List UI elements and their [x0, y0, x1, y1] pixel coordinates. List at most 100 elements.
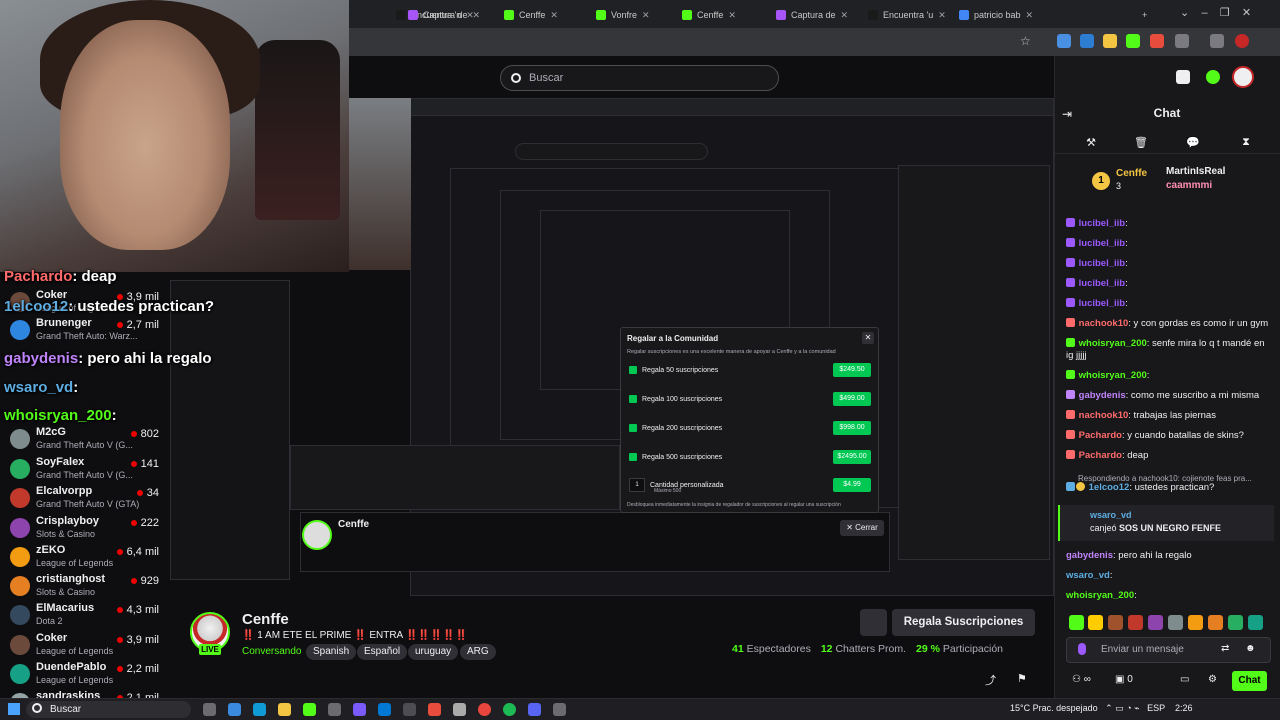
tab-close-icon[interactable]: ✕ [642, 10, 650, 21]
sidebar-channel[interactable]: Elcalvorpp Grand Theft Auto V (GTA) 34 [0, 484, 165, 512]
emote-icon[interactable] [1208, 615, 1223, 630]
browser-tab[interactable]: Vonfre ✕ [590, 4, 656, 26]
tab-close-icon[interactable]: ✕ [550, 10, 558, 21]
app-icon[interactable] [228, 703, 241, 716]
chat-username[interactable]: gabydenis [1066, 550, 1113, 561]
stream-tag[interactable]: Spanish [306, 644, 357, 660]
browser-tab[interactable]: Captura de ✕ [770, 4, 854, 26]
new-tab-button[interactable]: + [1136, 4, 1153, 26]
sidebar-channel[interactable]: M2cG Grand Theft Auto V (G... 802 [0, 425, 165, 453]
gift-option[interactable]: Regala 500 suscripciones $2495.00 [629, 448, 871, 466]
gift-price-button[interactable]: $499.00 [833, 392, 871, 406]
menu-icon[interactable] [1210, 34, 1224, 48]
spotify-icon[interactable] [503, 703, 516, 716]
chat-username[interactable]: nachook10 [1079, 318, 1129, 329]
taskbar-search[interactable]: Buscar [26, 701, 191, 718]
emoji-icon[interactable]: ☻ [1245, 643, 1256, 654]
emote-icon[interactable] [1188, 615, 1203, 630]
weather-temp[interactable]: 15°C [1010, 703, 1030, 713]
extension-icon[interactable] [1080, 34, 1094, 48]
chat-username[interactable]: Pachardo [1079, 430, 1122, 441]
clock[interactable]: 2:26 [1175, 703, 1193, 713]
browser-tab[interactable]: Cenffe ✕ [676, 4, 742, 26]
gift-option[interactable]: Regala 200 suscripciones $998.00 [629, 419, 871, 437]
sidebar-channel[interactable]: cristianghost Slots & Casino 929 [0, 572, 165, 600]
chat-username[interactable]: lucibel_iib [1079, 218, 1125, 229]
emote-icon[interactable] [1108, 615, 1123, 630]
gift-price-button[interactable]: $2495.00 [833, 450, 871, 464]
pinned-user[interactable]: caammmi [1166, 180, 1212, 191]
translate-icon[interactable]: ⇄ [1221, 643, 1229, 654]
gift-subscriptions-button[interactable]: Regala Suscripciones [892, 609, 1035, 636]
sidebar-channel[interactable]: SoyFalex Grand Theft Auto V (G... 141 [0, 455, 165, 483]
mic-icon[interactable] [1078, 643, 1086, 655]
app-icon[interactable] [428, 703, 441, 716]
stream-tag[interactable]: Español [357, 644, 408, 660]
modal-close-button[interactable]: ✕ [862, 332, 874, 344]
sidebar-channel[interactable]: Coker League of Legends 3,9 mil [0, 631, 165, 659]
people-icon[interactable]: ⚇ ∞ [1072, 674, 1091, 685]
sidebar-channel[interactable]: Brunenger Grand Theft Auto: Warz... 2,7 mi… [0, 316, 165, 344]
pin-icon[interactable]: ⚒ [1084, 136, 1098, 149]
windows-start-icon[interactable] [8, 703, 20, 715]
bookmark-star-icon[interactable]: ☆ [1020, 34, 1031, 48]
profile-avatar-icon[interactable] [1235, 34, 1249, 48]
chat-username[interactable]: lucibel_iib [1079, 278, 1125, 289]
gift-price-button[interactable]: $998.00 [833, 421, 871, 435]
gift-option[interactable]: Regala 50 suscripciones $249.50 [629, 361, 871, 379]
share-icon[interactable]: ⤴ [985, 672, 996, 688]
emote-icon[interactable] [1228, 615, 1243, 630]
search-bar[interactable]: Buscar [500, 65, 779, 91]
sidebar-channel[interactable]: ElMacarius Dota 2 4,3 mil [0, 601, 165, 629]
stream-tag[interactable]: uruguay [408, 644, 459, 660]
app-icon[interactable] [453, 703, 466, 716]
chrome-icon[interactable] [478, 703, 491, 716]
tab-close-icon[interactable]: ✕ [841, 10, 849, 21]
gift-option[interactable]: Regala 100 suscripciones $499.00 [629, 390, 871, 408]
settings-gear-icon[interactable]: ⚙ [1208, 674, 1217, 685]
chat-username[interactable]: Pachardo [1079, 450, 1122, 461]
chat-username[interactable]: wsaro_vd [1066, 570, 1110, 581]
edge-icon[interactable] [253, 703, 266, 716]
user-avatar-icon[interactable] [1232, 66, 1254, 88]
hourglass-icon[interactable]: ⧗ [1239, 136, 1253, 148]
user-icon[interactable]: ⚑ [1017, 672, 1027, 685]
explorer-icon[interactable] [278, 703, 291, 716]
tab-close-icon[interactable]: ✕ [1026, 10, 1034, 21]
chat-username[interactable]: gabydenis [1079, 390, 1126, 401]
trash-icon[interactable]: 🗑 [1134, 136, 1148, 149]
extensions-puzzle-icon[interactable] [1175, 34, 1189, 48]
extension-icon[interactable] [1150, 34, 1164, 48]
chat-username[interactable]: whoisryan_200 [1066, 590, 1134, 601]
emote-icon[interactable] [1248, 615, 1263, 630]
kick-icon[interactable] [1206, 70, 1220, 84]
chat-username[interactable]: lucibel_iib [1079, 238, 1125, 249]
emote-icon[interactable] [1148, 615, 1163, 630]
chat-username[interactable]: nachook10 [1079, 410, 1129, 421]
emote-icon[interactable] [1088, 615, 1103, 630]
chat-input[interactable]: Enviar un mensaje [1066, 637, 1271, 663]
app-icon[interactable] [553, 703, 566, 716]
tab-close-icon[interactable]: ✕ [728, 10, 736, 21]
chat-username[interactable]: whoisryan_200 [1079, 338, 1147, 349]
browser-tab[interactable]: patricio bab ✕ [953, 4, 1039, 26]
window-controls[interactable]: ⌄ – ❐ ✕ [1180, 6, 1251, 19]
extension-icon[interactable] [1057, 34, 1071, 48]
task-view-icon[interactable] [203, 703, 216, 716]
tab-close-icon[interactable]: ✕ [938, 10, 946, 21]
browser-tab[interactable]: Encuentra 'u ✕ [862, 4, 952, 26]
emote-icon[interactable] [1168, 615, 1183, 630]
chat-popout-icon[interactable]: ▭ [1180, 674, 1189, 685]
language-indicator[interactable]: ESP [1147, 703, 1165, 713]
chat-username[interactable]: lucibel_iib [1079, 298, 1125, 309]
sidebar-channel[interactable]: Crisplayboy Slots & Casino 222 [0, 514, 165, 542]
app-icon[interactable] [353, 703, 366, 716]
small-action-button[interactable] [860, 609, 887, 636]
sidebar-channel[interactable]: DuendePablo League of Legends 2,2 mil [0, 660, 165, 688]
pinned-user[interactable]: Cenffe [1116, 168, 1147, 179]
pinned-user[interactable]: MartinIsReal [1166, 166, 1225, 177]
chat-send-button[interactable]: Chat [1232, 671, 1267, 691]
browser-tab[interactable]: Captura de ✕ [402, 4, 486, 26]
stream-tag[interactable]: ARG [460, 644, 496, 660]
app-icon[interactable] [303, 703, 316, 716]
